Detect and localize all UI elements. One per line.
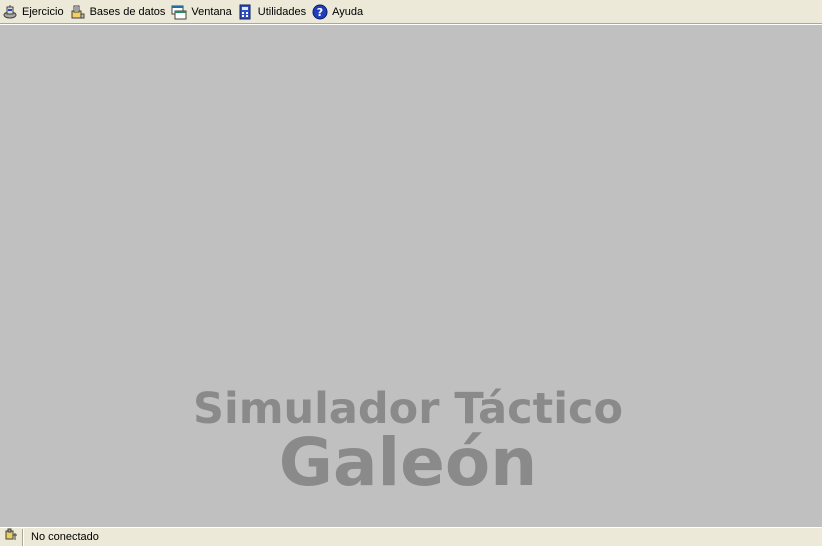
simulation-icon — [2, 4, 18, 20]
help-icon: ? — [312, 4, 328, 20]
connection-icon — [4, 528, 18, 546]
connection-status: No conectado — [31, 531, 99, 543]
watermark-subtitle: Galeón — [278, 424, 538, 501]
menu-ejercicio[interactable]: Ejercicio — [1, 2, 68, 23]
menu-ejercicio-label: Ejercicio — [22, 6, 64, 18]
window-icon — [171, 4, 187, 20]
svg-text:?: ? — [317, 6, 323, 19]
menu-ayuda-label: Ayuda — [332, 6, 364, 18]
status-bar: No conectado — [0, 527, 822, 546]
menu-bases-de-datos[interactable]: Bases de datos — [69, 2, 170, 23]
app-window: Ejercicio Bases de datos Ventana Utilida… — [0, 0, 822, 546]
menu-ventana-label: Ventana — [191, 6, 232, 18]
menu-bases-de-datos-label: Bases de datos — [89, 6, 166, 18]
menu-ayuda[interactable]: ? Ayuda — [311, 2, 367, 23]
menu-bar: Ejercicio Bases de datos Ventana Utilida… — [0, 0, 822, 25]
menu-utilidades-label: Utilidades — [257, 6, 307, 18]
menu-ventana[interactable]: Ventana — [170, 2, 235, 23]
mdi-workspace: Simulador Táctico Galeón — [0, 25, 822, 527]
menu-utilidades[interactable]: Utilidades — [237, 2, 310, 23]
tools-icon — [238, 4, 254, 20]
database-icon — [70, 4, 86, 20]
status-icon-cell — [0, 528, 23, 546]
